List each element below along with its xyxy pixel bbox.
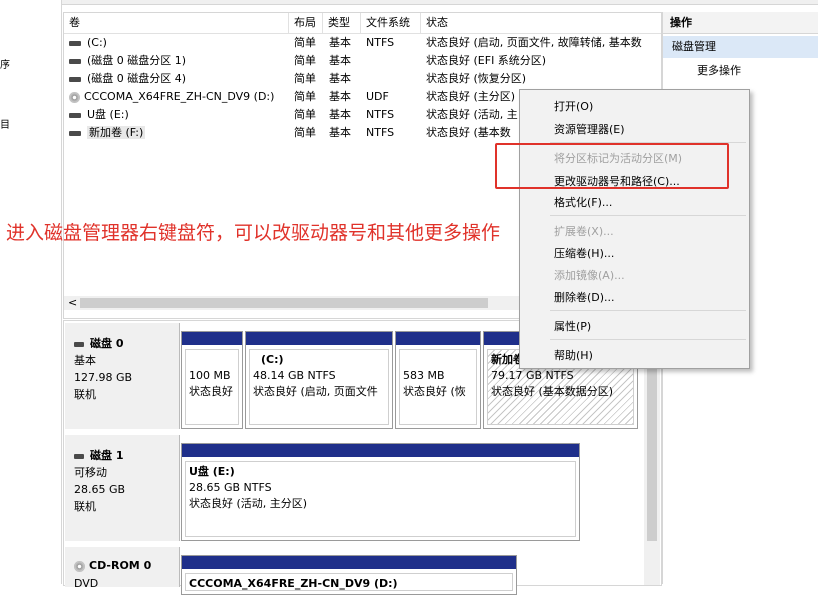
volume-icon xyxy=(69,58,81,64)
horizontal-scroll-thumb[interactable] xyxy=(80,298,488,308)
disk-title: 磁盘 1 xyxy=(90,449,124,462)
volume-type: 基本 xyxy=(329,126,351,139)
volume-icon xyxy=(69,130,81,136)
menu-separator xyxy=(550,215,746,216)
partition-info: 100 MB 状态良好 xyxy=(185,349,239,425)
partition-bar xyxy=(246,332,392,345)
actions-section-disk-management[interactable]: 磁盘管理 xyxy=(663,36,818,58)
volume-layout: 简单 xyxy=(294,54,316,67)
partition-c[interactable]: (C:) 48.14 GB NTFS 状态良好 (启动, 页面文件 xyxy=(245,331,393,429)
menu-item-add-mirror: 添加镜像(A)... xyxy=(554,269,625,282)
partition-bar xyxy=(182,556,516,569)
disk-icon xyxy=(74,453,84,459)
volume-status: 状态良好 (恢复分区) xyxy=(426,72,527,85)
disk-1-label[interactable]: 磁盘 1 可移动 28.65 GB 联机 xyxy=(65,435,180,541)
disc-icon xyxy=(69,91,80,103)
menu-item-help[interactable]: 帮助(H) xyxy=(554,347,593,363)
volume-name: (C:) xyxy=(87,36,107,49)
nav-fragment-text[interactable]: 目 xyxy=(0,116,10,131)
menu-item-delete[interactable]: 删除卷(D)... xyxy=(554,289,615,305)
partition-info: CCCOMA_X64FRE_ZH-CN_DV9 (D:) xyxy=(185,573,513,591)
disk-size: 127.98 GB xyxy=(74,371,133,384)
menu-item-properties[interactable]: 属性(P) xyxy=(554,318,591,334)
volume-name: 新加卷 (F:) xyxy=(87,126,146,139)
volume-layout: 简单 xyxy=(294,36,316,49)
partition-info: (C:) 48.14 GB NTFS 状态良好 (启动, 页面文件 xyxy=(249,349,389,425)
volume-name: (磁盘 0 磁盘分区 4) xyxy=(87,72,187,85)
partition-info: 583 MB 状态良好 (恢 xyxy=(399,349,477,425)
volume-filesystem: NTFS xyxy=(366,126,395,139)
volume-name: U盘 (E:) xyxy=(87,108,129,121)
volume-status: 状态良好 (EFI 系统分区) xyxy=(426,54,547,67)
partition-efi[interactable]: 100 MB 状态良好 xyxy=(181,331,243,429)
scroll-left-arrow-icon[interactable]: < xyxy=(68,296,77,310)
volume-type: 基本 xyxy=(329,54,351,67)
volume-icon xyxy=(69,112,81,118)
disc-icon xyxy=(74,560,85,572)
partition-info: U盘 (E:) 28.65 GB NTFS 状态良好 (活动, 主分区) xyxy=(185,461,576,537)
nav-fragment-text[interactable]: 序 xyxy=(0,56,10,71)
disk-kind: 可移动 xyxy=(74,466,107,479)
volume-list-header: 卷 布局 类型 文件系统 状态 xyxy=(64,13,661,34)
partition-bar xyxy=(182,332,242,345)
vertical-scroll-thumb[interactable] xyxy=(647,341,657,541)
volume-filesystem: NTFS xyxy=(366,108,395,121)
disk-title: CD-ROM 0 xyxy=(89,559,152,572)
volume-type: 基本 xyxy=(329,36,351,49)
column-header-layout[interactable]: 布局 xyxy=(289,13,323,33)
menu-item-shrink[interactable]: 压缩卷(H)... xyxy=(554,245,614,261)
partition-recovery[interactable]: 583 MB 状态良好 (恢 xyxy=(395,331,481,429)
volume-status: 状态良好 (启动, 页面文件, 故障转储, 基本数 xyxy=(426,36,642,49)
column-header-status[interactable]: 状态 xyxy=(421,13,661,33)
actions-header: 操作 xyxy=(663,12,818,34)
volume-filesystem: UDF xyxy=(366,90,389,103)
column-header-volume[interactable]: 卷 xyxy=(64,13,289,33)
disk-kind: 基本 xyxy=(74,354,96,367)
volume-name: (磁盘 0 磁盘分区 1) xyxy=(87,54,187,67)
disk-size: 28.65 GB xyxy=(74,483,126,496)
partition-bar xyxy=(182,444,579,457)
disk-icon xyxy=(74,341,84,347)
context-menu: 打开(O) 资源管理器(E) 将分区标记为活动分区(M) 更改驱动器号和路径(C… xyxy=(519,89,750,369)
volume-row[interactable]: (磁盘 0 磁盘分区 1) 简单 基本 状态良好 (EFI 系统分区) xyxy=(64,52,661,70)
volume-layout: 简单 xyxy=(294,90,316,103)
column-header-filesystem[interactable]: 文件系统 xyxy=(361,13,421,33)
volume-row[interactable]: (C:) 简单 基本 NTFS 状态良好 (启动, 页面文件, 故障转储, 基本… xyxy=(64,34,661,52)
volume-filesystem: NTFS xyxy=(366,36,395,49)
menu-item-explorer[interactable]: 资源管理器(E) xyxy=(554,121,625,137)
menu-item-extend: 扩展卷(X)... xyxy=(554,225,614,238)
annotation-text: 进入磁盘管理器右键盘符，可以改驱动器号和其他更多操作 xyxy=(6,222,501,244)
cdrom-0-label[interactable]: CD-ROM 0 DVD xyxy=(65,547,180,590)
volume-type: 基本 xyxy=(329,108,351,121)
volume-name: CCCOMA_X64FRE_ZH-CN_DV9 (D:) xyxy=(84,90,275,103)
volume-type: 基本 xyxy=(329,72,351,85)
partition-e[interactable]: U盘 (E:) 28.65 GB NTFS 状态良好 (活动, 主分区) xyxy=(181,443,580,541)
disk-state: 联机 xyxy=(74,388,96,401)
volume-icon xyxy=(69,40,81,46)
more-actions-link[interactable]: 更多操作 xyxy=(697,62,741,78)
volume-layout: 简单 xyxy=(294,72,316,85)
menu-separator xyxy=(550,310,746,311)
disk-title: 磁盘 0 xyxy=(90,337,124,350)
menu-separator xyxy=(550,339,746,340)
volume-icon xyxy=(69,76,81,82)
disk-state: 联机 xyxy=(74,500,96,513)
partition-bar xyxy=(396,332,480,345)
menu-item-open[interactable]: 打开(O) xyxy=(554,98,593,114)
volume-layout: 简单 xyxy=(294,108,316,121)
top-window-edge xyxy=(0,0,818,5)
menu-item-format[interactable]: 格式化(F)... xyxy=(554,194,612,210)
volume-row[interactable]: (磁盘 0 磁盘分区 4) 简单 基本 状态良好 (恢复分区) xyxy=(64,70,661,88)
volume-type: 基本 xyxy=(329,90,351,103)
left-navigation-pane: 序 目 xyxy=(0,0,62,584)
highlight-box xyxy=(495,143,729,189)
column-header-type[interactable]: 类型 xyxy=(323,13,361,33)
partition-d[interactable]: CCCOMA_X64FRE_ZH-CN_DV9 (D:) xyxy=(181,555,517,595)
disk-0-label[interactable]: 磁盘 0 基本 127.98 GB 联机 xyxy=(65,323,180,429)
volume-layout: 简单 xyxy=(294,126,316,139)
